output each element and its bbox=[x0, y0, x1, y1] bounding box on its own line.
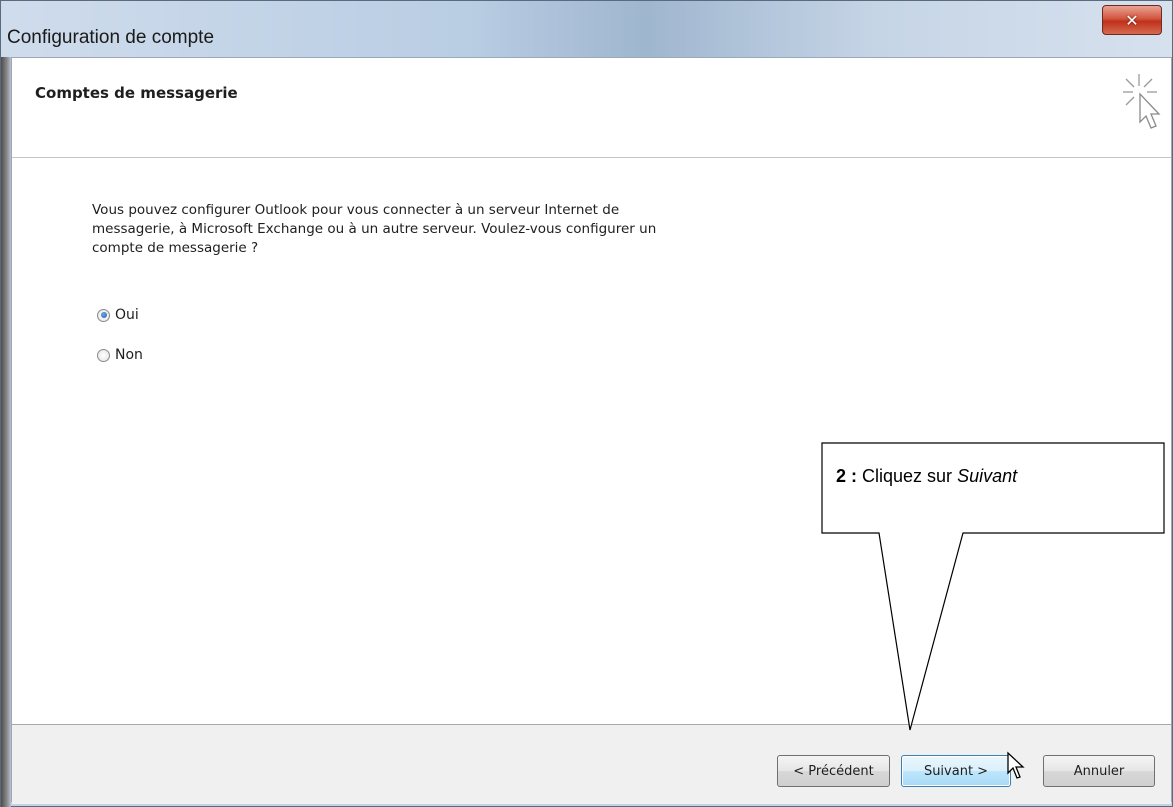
page-title: Comptes de messagerie bbox=[35, 84, 238, 102]
intro-line: compte de messagerie ? bbox=[92, 240, 259, 256]
window-title: Configuration de compte bbox=[7, 27, 215, 48]
callout-step: 2 : bbox=[836, 466, 858, 486]
intro-line: Vous pouvez configurer Outlook pour vous… bbox=[92, 202, 620, 218]
callout-instruction: Cliquez sur bbox=[857, 466, 958, 486]
title-bar[interactable]: Configuration de compte ✕ bbox=[1, 1, 1172, 57]
radio-button-checked[interactable] bbox=[97, 308, 110, 322]
radio-oui[interactable]: Oui bbox=[97, 307, 139, 323]
wizard-content: Vous pouvez configurer Outlook pour vous… bbox=[12, 158, 1171, 724]
mouse-pointer-icon bbox=[1007, 751, 1025, 779]
wizard-cursor-sparkle-icon bbox=[1123, 74, 1161, 129]
callout-emphasis: Suivant bbox=[957, 466, 1018, 486]
cancel-button[interactable]: Annuler bbox=[1043, 755, 1155, 787]
radio-button-unchecked[interactable] bbox=[97, 348, 110, 362]
dialog-window: Configuration de compte ✕ Comptes de mes… bbox=[0, 0, 1173, 807]
callout-text: 2 : Cliquez sur Suivant bbox=[836, 466, 1017, 487]
next-button[interactable]: Suivant > bbox=[901, 755, 1011, 787]
radio-non[interactable]: Non bbox=[97, 347, 143, 363]
dialog-client-area: Comptes de messagerie Vous pouvez config… bbox=[11, 57, 1172, 804]
intro-line: messagerie, à Microsoft Exchange ou à un… bbox=[92, 221, 657, 237]
wizard-footer: < Précédent Suivant > Annuler bbox=[12, 724, 1171, 804]
intro-text: Vous pouvez configurer Outlook pour vous… bbox=[92, 201, 792, 258]
close-icon: ✕ bbox=[1125, 10, 1139, 30]
wizard-header: Comptes de messagerie bbox=[12, 58, 1171, 158]
radio-label-oui[interactable]: Oui bbox=[115, 307, 139, 323]
close-button[interactable]: ✕ bbox=[1102, 5, 1162, 35]
radio-label-non[interactable]: Non bbox=[115, 347, 143, 363]
window-left-edge bbox=[1, 57, 11, 807]
back-button[interactable]: < Précédent bbox=[777, 755, 890, 787]
